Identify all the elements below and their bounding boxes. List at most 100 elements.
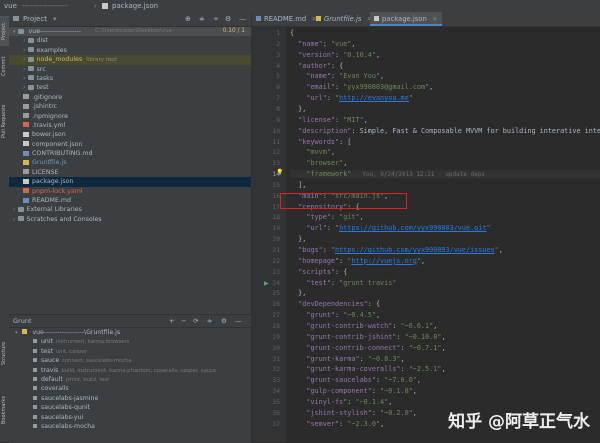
chevron-right-icon[interactable]: › (23, 47, 26, 54)
tab-readme[interactable]: README.md × (252, 12, 321, 26)
sort-icon[interactable]: ≑ (207, 315, 212, 327)
tab-package-json[interactable]: package.json × (370, 12, 442, 26)
chevron-down-icon[interactable]: ▾ (13, 29, 16, 35)
grunt-root[interactable]: ▾ vue------------------\Gruntfile.js (9, 328, 251, 337)
tree-item[interactable]: bower.json (9, 130, 251, 139)
tree-item[interactable]: .travis.yml (9, 121, 251, 130)
grunt-task[interactable]: saucelabs-yui (9, 413, 251, 422)
line-number: 22 (272, 257, 280, 265)
add-icon[interactable]: + (169, 315, 174, 327)
grunt-task[interactable]: saucelabs-qunit (9, 403, 251, 412)
folder-icon (17, 216, 24, 222)
folder-icon (13, 16, 19, 21)
close-icon[interactable]: × (432, 15, 438, 23)
line-number: 6 (276, 84, 280, 92)
file-icon (23, 131, 29, 137)
line-number: 29 (272, 333, 280, 341)
grunt-panel: Grunt + − ⟳ ≑ ⚙ — ▾ vue-----------------… (9, 314, 252, 443)
code-line: "framework" Yoo, 9/24/2013 12:21 · updat… (290, 170, 600, 179)
tree-item[interactable]: LICENSE (9, 168, 251, 177)
breadcrumb-file[interactable]: package.json (112, 0, 158, 12)
chevron-down-icon[interactable]: ▾ (15, 330, 18, 336)
grunt-task[interactable]: travis build, instrument, karma:phantom, … (9, 366, 251, 375)
tree-item-label: .gitignore (32, 93, 63, 101)
task-desc: jshint, build, test (65, 376, 110, 383)
grunt-task[interactable]: saucelabs-mocha (9, 422, 251, 431)
expand-icon[interactable]: ÷ (213, 12, 219, 26)
tab-structure[interactable]: Structure (0, 334, 9, 372)
minimize-icon[interactable]: — (235, 315, 242, 327)
tree-item[interactable]: › node_modules library root (9, 55, 251, 65)
tab-pull-requests[interactable]: Pull Requests (0, 96, 9, 146)
chevron-right-icon[interactable]: › (13, 216, 16, 223)
grunt-task[interactable]: default jshint, build, test (9, 375, 251, 384)
tree-item[interactable]: pnpm-lock.yaml (9, 187, 251, 196)
grunt-title: Grunt (13, 317, 32, 325)
chevron-right-icon[interactable]: › (23, 66, 26, 73)
tree-item[interactable]: package.json (9, 177, 251, 187)
collapse-icon[interactable]: ≑ (199, 12, 205, 26)
tree-item[interactable]: › dist (9, 36, 251, 45)
code-line: "test": "grunt travis" (306, 278, 397, 287)
tree-root[interactable]: ▾ vue------------------ C:\Users\coder\D… (9, 27, 251, 37)
code-line: "semver": "~2.3.0", (306, 419, 385, 428)
tree-item[interactable]: .jshintrc (9, 102, 251, 111)
tree-item[interactable]: › test (9, 83, 251, 92)
tab-project[interactable]: Project (0, 16, 9, 46)
tree-item[interactable]: › Scratches and Consoles (9, 215, 251, 224)
line-number: 21 (272, 247, 280, 254)
grunt-task[interactable]: coveralls (9, 384, 251, 393)
chevron-right-icon[interactable]: › (23, 56, 26, 63)
code-line: "license": "MIT", (298, 115, 368, 124)
chevron-right-icon[interactable]: › (23, 84, 26, 91)
code-line: "grunt-karma": "~0.8.3", (306, 354, 405, 363)
project-name[interactable]: vue (4, 0, 17, 12)
tab-gruntfile[interactable]: Gruntfile.js × (312, 12, 376, 26)
tree-item[interactable]: README.md (9, 196, 251, 205)
grunt-task[interactable]: test unit, casper (9, 347, 251, 356)
tree-item[interactable]: › External Libraries (9, 205, 251, 214)
gear-icon[interactable]: ⚙ (225, 12, 231, 26)
chevron-right-icon[interactable]: › (23, 75, 26, 82)
chevron-right-icon[interactable]: › (13, 206, 16, 213)
tree-item[interactable]: .gitignore (9, 93, 251, 102)
tree-item[interactable]: › tasks (9, 74, 251, 83)
grunt-header: Grunt + − ⟳ ≑ ⚙ — (9, 315, 251, 328)
run-icon[interactable]: ▶ (264, 280, 269, 287)
grunt-task-list: unit instrument, karma:browsers test unit, … (9, 337, 251, 431)
grunt-task[interactable]: unit instrument, karma:browsers (9, 337, 251, 346)
file-icon (23, 103, 29, 109)
locate-icon[interactable]: ⊕ (185, 12, 191, 26)
tree-item[interactable]: component.json (9, 140, 251, 149)
grunt-task[interactable]: saucelabs-jasmine (9, 394, 251, 403)
breadcrumb-sep-icon: › (94, 2, 97, 10)
gear-icon[interactable]: ⚙ (221, 315, 227, 327)
project-panel-title[interactable]: Project (23, 12, 47, 26)
code-line: ], (290, 180, 307, 189)
chevron-right-icon[interactable]: › (23, 37, 26, 44)
task-icon (33, 348, 37, 353)
grunt-task[interactable]: sauce connect, saucelabs-mocha (9, 356, 251, 365)
minimize-icon[interactable]: — (239, 12, 246, 26)
code-editor[interactable]: 1 2 3 4 5 6 7 8 9 10 11 12 13 14 15 16 17 18 19 20 21 22 23 24 2… (252, 27, 600, 442)
highlight-box (280, 193, 407, 209)
bulb-icon[interactable]: 💡 (276, 169, 283, 176)
task-icon (33, 358, 37, 363)
tab-commit[interactable]: Commit (0, 52, 9, 80)
code-line: "grunt-karma-coveralls": "~2.5.1", (306, 365, 446, 374)
tree-item[interactable]: › src (9, 65, 251, 74)
tree-item[interactable]: CONTRIBUTING.md (9, 149, 251, 158)
library-root-note: library root (86, 57, 117, 64)
root-path: C:\Users\coder\Desktop\vue- (95, 28, 174, 34)
tree-item[interactable]: › examples (9, 46, 251, 55)
tree-item[interactable]: .npmignore (9, 112, 251, 121)
line-number: 25 (272, 290, 280, 298)
refresh-icon[interactable]: ⟳ (193, 315, 198, 327)
task-icon (33, 405, 37, 410)
chevron-down-icon[interactable]: ▾ (53, 12, 57, 26)
tab-bookmarks[interactable]: Bookmarks (0, 390, 9, 430)
tree-item[interactable]: Gruntfile.js (9, 158, 251, 167)
tree-item-label: node_modules (36, 56, 83, 64)
code-line: "vinyl-fs": "~0.1.4", (306, 397, 393, 406)
collapse-icon[interactable]: − (181, 315, 186, 327)
